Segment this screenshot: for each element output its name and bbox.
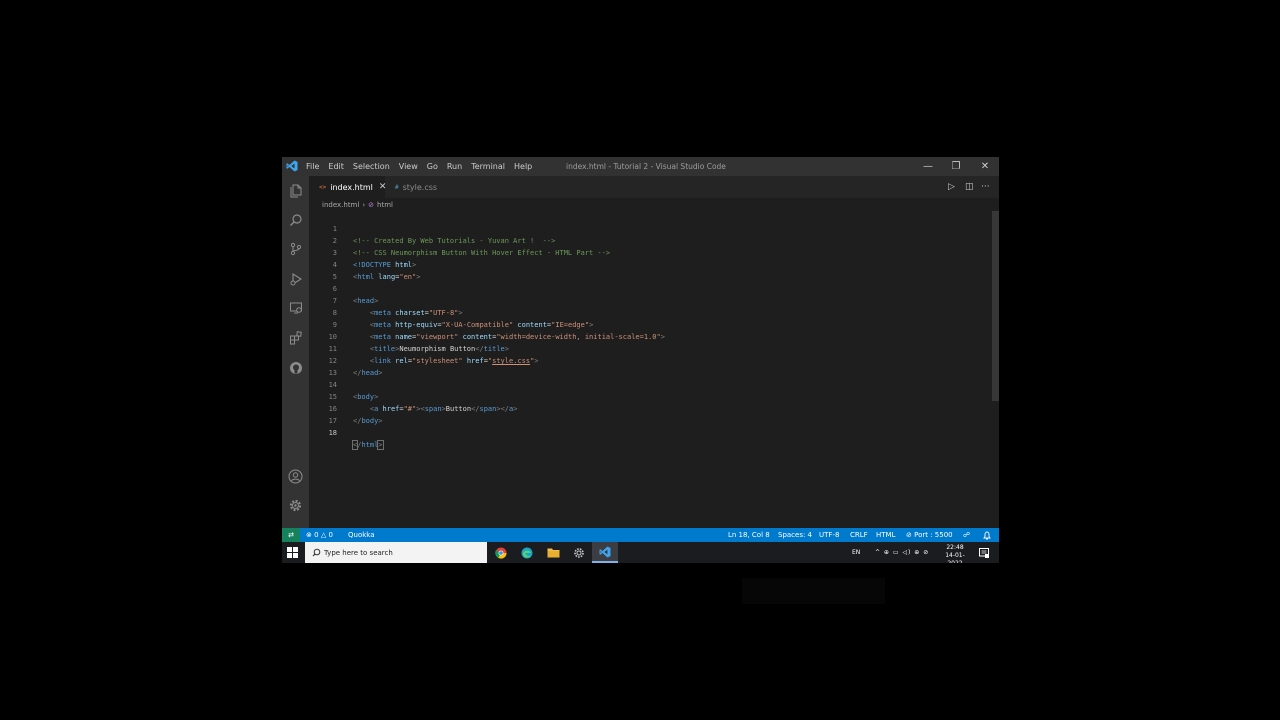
editor-scrollbar[interactable] [992,211,999,401]
cursor-position[interactable]: Ln 18, Col 8 [728,528,770,542]
file-explorer-icon[interactable] [540,542,566,563]
broadcast-icon: ⊘ [906,531,912,539]
search-icon[interactable] [286,210,305,229]
menu-bar: File Edit Selection View Go Run Terminal… [306,157,541,176]
minimize-button[interactable]: — [914,157,942,176]
restore-button[interactable]: ❐ [942,157,970,176]
live-server-port[interactable]: ⊘ Port : 5500 [906,528,953,542]
menu-selection[interactable]: Selection [353,162,390,171]
dark-overlay-box [742,578,885,604]
code-line: 12 </head> [309,343,989,377]
notification-center-icon[interactable] [975,542,993,563]
code-line: 4 <html lang="en"> [309,247,989,281]
extensions-icon[interactable] [286,328,305,347]
title-bar: File Edit Selection View Go Run Terminal… [282,157,999,176]
error-icon: ⊗ [306,531,312,539]
end-of-line[interactable]: CRLF [850,528,868,542]
status-bar: ⇄ ⊗ 0 △ 0 Quokka Ln 18, Col 8 Spaces: 4 … [282,528,999,542]
menu-help[interactable]: Help [514,162,532,171]
code-line: 7 <meta charset="UTF-8"> [309,283,989,317]
remote-icon[interactable]: ⇄ [282,528,300,542]
quokka-status[interactable]: Quokka [348,528,375,542]
tab-style-css[interactable]: # style.css [385,176,457,198]
code-line: 2 <!-- CSS Neumorphism Button With Hover… [309,223,989,257]
code-line: 5 [309,259,989,281]
code-line: 3 <!DOCTYPE html> [309,235,989,269]
code-line: 10 <title>Neumorphism Button</title> [309,319,989,353]
more-actions-icon[interactable]: ··· [981,176,990,198]
bell-icon[interactable] [983,528,991,542]
code-line: 16 </body> [309,391,989,425]
symbol-icon: ⊘ [368,200,375,209]
taskbar-clock[interactable]: 22:48 14-01-2022 [938,544,972,563]
code-line: 15 <a href="#"><span>Button</span></a> [309,379,989,413]
tag: html [361,441,379,449]
code-line: 14 <body> [309,367,989,401]
encoding[interactable]: UTF-8 [819,528,839,542]
search-placeholder: Type here to search [324,548,393,557]
window-title: index.html - Tutorial 2 - Visual Studio … [566,162,726,171]
edge-icon[interactable] [514,542,540,563]
code-line: 11 <link rel="stylesheet" href="style.cs… [309,331,989,365]
account-icon[interactable] [286,467,305,486]
code-line: 8 <meta http-equiv="X-UA-Compatible" con… [309,295,989,329]
system-tray-icons[interactable]: ^ ⊕ ▭ ◁) ⊕ ⊘ [875,542,929,563]
breadcrumb-file[interactable]: index.html [322,201,359,209]
menu-run[interactable]: Run [447,162,462,171]
tab-label: index.html [330,182,373,192]
warning-count: 0 [328,531,333,539]
remote-explorer-icon[interactable] [286,298,305,317]
settings-gear-icon[interactable] [286,496,305,515]
code-line: 13 [309,355,989,377]
menu-go[interactable]: Go [427,162,438,171]
settings-icon[interactable] [566,542,592,563]
tab-index-html[interactable]: <> index.html ✕ [309,176,386,198]
code-line: 1 <!-- Created By Web Tutorials - Yuvan … [309,211,989,245]
code-editor[interactable]: 1 <!-- Created By Web Tutorials - Yuvan … [309,211,989,528]
explorer-icon[interactable] [286,181,305,200]
menu-file[interactable]: File [306,162,319,171]
taskbar: Type here to search EN ^ ⊕ ▭ ◁) ⊕ ⊘ 22:4… [282,542,999,563]
code-line: 6 <head> [309,271,989,305]
code-line: 9 <meta name="viewport" content="width=d… [309,307,989,341]
line-number: 18 [328,429,337,437]
menu-terminal[interactable]: Terminal [471,162,505,171]
activity-bar [282,176,309,528]
source-control-icon[interactable] [286,239,305,258]
html-file-icon: <> [319,183,327,191]
windows-start-icon[interactable] [287,547,298,558]
breadcrumb-symbol[interactable]: html [377,201,393,209]
input-language[interactable]: EN [852,542,860,563]
code-line-current: 18 </html> [309,415,989,450]
close-window-button[interactable]: ✕ [971,157,999,176]
clock-date: 14-01-2022 [945,552,965,563]
run-debug-icon[interactable] [286,269,305,288]
feedback-icon[interactable]: ☍ [963,528,970,542]
breadcrumb: index.html › ⊘ html [309,198,999,211]
menu-view[interactable]: View [399,162,418,171]
problems-indicator[interactable]: ⊗ 0 △ 0 [306,528,333,542]
chevron-right-icon: › [362,200,366,209]
warning-icon: △ [320,531,327,539]
error-count: 0 [314,531,319,539]
vscode-icon[interactable] [592,542,618,563]
editor-tabs: <> index.html ✕ # style.css [309,176,999,198]
chrome-icon[interactable] [488,542,514,563]
vscode-window: File Edit Selection View Go Run Terminal… [282,157,999,563]
run-icon[interactable]: ▷ [948,176,955,198]
tab-label: style.css [402,182,438,192]
search-icon [312,548,321,557]
vscode-icon [286,160,298,172]
clock-time: 22:48 [946,544,964,551]
split-editor-icon[interactable]: ◫ [965,176,974,198]
github-icon[interactable] [286,358,305,377]
css-file-icon: # [395,183,399,191]
taskbar-search-box[interactable]: Type here to search [305,542,487,563]
indentation[interactable]: Spaces: 4 [778,528,812,542]
language-mode[interactable]: HTML [876,528,895,542]
menu-edit[interactable]: Edit [328,162,344,171]
code-line: 17 [309,403,989,425]
